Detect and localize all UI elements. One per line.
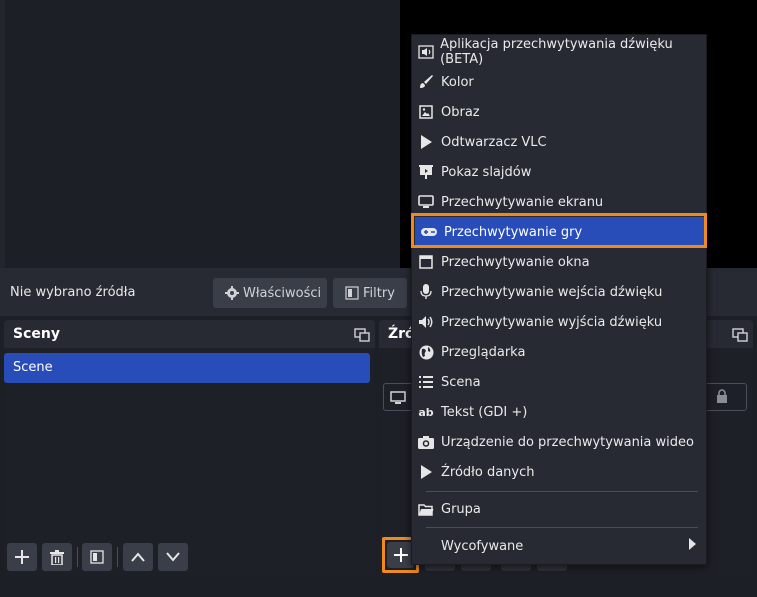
speaker-icon [417,43,434,61]
monitor-icon [417,193,435,211]
chevron-right-icon [689,538,696,554]
filters-label: Filtry [363,285,395,301]
menu-item-vlc[interactable]: Odtwarzacz VLC [412,127,706,157]
preview-edge [0,0,5,268]
menu-item-label: Źródło danych [441,464,535,480]
play-icon [417,133,435,151]
menu-item-image[interactable]: Obraz [412,97,706,127]
camera-icon [417,433,435,451]
speaker-icon [417,313,435,331]
status-bar [0,577,757,597]
move-up-button[interactable] [123,543,153,571]
folder-icon [417,500,435,518]
properties-label: Właściwości [243,285,322,301]
menu-separator [426,491,698,492]
menu-item-label: Przechwytywanie wyjścia dźwięku [441,314,663,330]
window-icon [417,253,435,271]
menu-separator [426,527,698,528]
blank-icon [417,537,435,555]
image-icon [417,103,435,121]
add-source-menu: Aplikacja przechwytywania dźwięku (BETA)… [411,34,707,565]
filter-icon [345,286,359,300]
menu-item-audio-input[interactable]: Przechwytywanie wejścia dźwięku [412,277,706,307]
no-source-label: Nie wybrano źródła [10,285,136,300]
menu-item-label: Urządzenie do przechwytywania wideo [441,434,694,450]
text-icon: ab [418,405,434,419]
gamepad-icon [420,223,438,241]
scene-item[interactable]: Scene [4,353,370,383]
menu-item-label: Scena [441,374,481,390]
chevron-up-icon [131,552,145,562]
menu-item-color[interactable]: Kolor [412,67,706,97]
scenes-dock: Sceny Scene [4,320,375,577]
menu-item-label: Tekst (GDI +) [441,404,528,420]
chevron-down-icon [166,552,180,562]
list-icon [417,373,435,391]
menu-item-scene[interactable]: Scena [412,367,706,397]
scenes-footer [4,543,375,573]
menu-item-browser[interactable]: Przeglądarka [412,337,706,367]
menu-item-slideshow[interactable]: Pokaz slajdów [412,157,706,187]
menu-item-label: Wycofywane [441,538,524,554]
plus-icon [15,550,29,564]
preview-area [0,0,400,268]
separator [117,547,118,567]
menu-item-label: Grupa [441,501,481,517]
menu-item-deprecated[interactable]: Wycofywane [412,531,706,561]
menu-item-label: Kolor [441,74,474,90]
lock-icon[interactable] [716,389,728,408]
globe-icon [417,343,435,361]
menu-item-label: Przechwytywanie okna [441,254,590,270]
menu-item-group[interactable]: Grupa [412,494,706,524]
menu-item-display-capture[interactable]: Przechwytywanie ekranu [412,187,706,217]
menu-item-label: Odtwarzacz VLC [441,134,547,150]
menu-item-label: Aplikacja przechwytywania dźwięku (BETA) [440,37,673,67]
menu-item-text-gdi[interactable]: ab Tekst (GDI +) [412,397,706,427]
microphone-icon [417,283,435,301]
play-icon [417,463,435,481]
menu-item-media-source[interactable]: Źródło danych [412,457,706,487]
filter-icon [90,550,104,564]
separator [77,547,78,567]
slideshow-icon [417,163,435,181]
undock-icon[interactable] [354,327,370,342]
scene-filters-button[interactable] [82,543,112,571]
menu-item-app-audio-capture[interactable]: Aplikacja przechwytywania dźwięku (BETA) [412,37,706,67]
menu-item-game-capture[interactable]: Przechwytywanie gry [415,217,704,247]
menu-item-video-capture[interactable]: Urządzenie do przechwytywania wideo [412,427,706,457]
menu-item-label: Przeglądarka [441,344,526,360]
gear-icon [225,286,239,300]
move-down-button[interactable] [158,543,188,571]
menu-item-label: Obraz [441,104,480,120]
scenes-title: Sceny [13,326,60,342]
filters-button[interactable]: Filtry [333,278,407,308]
undock-icon[interactable] [732,327,748,342]
menu-item-label: Przechwytywanie wejścia dźwięku [441,284,663,300]
brush-icon [417,73,435,91]
menu-item-label: Przechwytywanie gry [444,224,583,240]
trash-icon [50,549,64,565]
menu-item-window-capture[interactable]: Przechwytywanie okna [412,247,706,277]
remove-scene-button[interactable] [42,543,72,571]
properties-button[interactable]: Właściwości [213,278,327,308]
add-scene-button[interactable] [7,543,37,571]
menu-item-label: Pokaz slajdów [441,164,532,180]
monitor-icon [390,390,406,409]
menu-item-audio-output[interactable]: Przechwytywanie wyjścia dźwięku [412,307,706,337]
menu-item-label: Przechwytywanie ekranu [441,194,604,210]
